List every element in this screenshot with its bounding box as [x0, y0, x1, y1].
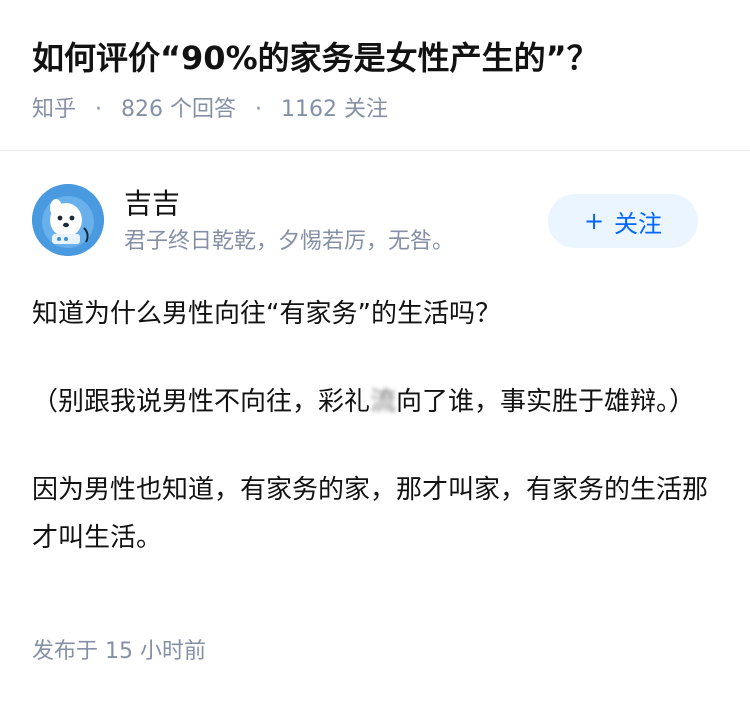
answers-label[interactable]: 个回答: [170, 97, 236, 122]
answer-content: 知道为什么男性向往“有家务”的生活吗？ （别跟我说男性不向往，彩礼流向了谁，事实…: [32, 290, 722, 602]
question-header: 如何评价“90%的家务是女性产生的”？ 知乎 · 826 个回答 · 1162 …: [32, 28, 722, 126]
follow-button-label: 关注: [614, 209, 663, 238]
dog-astronaut-avatar-icon: [32, 184, 104, 256]
publish-label: 发布于: [32, 639, 99, 664]
author-info: 吉吉 君子终日乾乾，夕惕若厉，无咎。 + 关注: [32, 184, 698, 260]
author-bio: 君子终日乾乾，夕惕若厉，无咎。: [124, 229, 455, 254]
avatar[interactable]: [32, 184, 104, 256]
plus-icon: +: [583, 207, 605, 235]
answer-paragraph: 因为男性也知道，有家务的家，那才叫家，有家务的生活那才叫生活。: [32, 475, 709, 553]
separator-dot: ·: [95, 97, 103, 122]
blurred-text: 流: [370, 387, 397, 417]
source-label[interactable]: 知乎: [32, 97, 76, 122]
answers-count[interactable]: 826: [121, 97, 163, 122]
answer-paragraph: 知道为什么男性向往“有家务”的生活吗？: [32, 299, 501, 329]
author-name[interactable]: 吉吉: [124, 186, 180, 222]
question-title[interactable]: 如何评价“90%的家务是女性产生的”？: [32, 28, 722, 88]
answer-paragraph: （别跟我说男性不向往，彩礼流向了谁，事实胜于雄辩。）: [32, 378, 722, 426]
followers-count[interactable]: 1162: [281, 97, 337, 122]
publish-time: 发布于 15 小时前: [32, 636, 206, 668]
followers-label[interactable]: 关注: [344, 97, 388, 122]
paragraph-text: 向了谁，事实胜于雄辩。）: [396, 387, 696, 417]
paragraph-text: （别跟我说男性不向往，彩礼: [32, 387, 371, 417]
publish-time-value: 15 小时前: [105, 639, 207, 664]
follow-button[interactable]: + 关注: [548, 194, 698, 248]
section-divider: [0, 150, 750, 151]
separator-dot: ·: [255, 97, 263, 122]
question-meta: 知乎 · 826 个回答 · 1162 关注: [32, 94, 722, 126]
